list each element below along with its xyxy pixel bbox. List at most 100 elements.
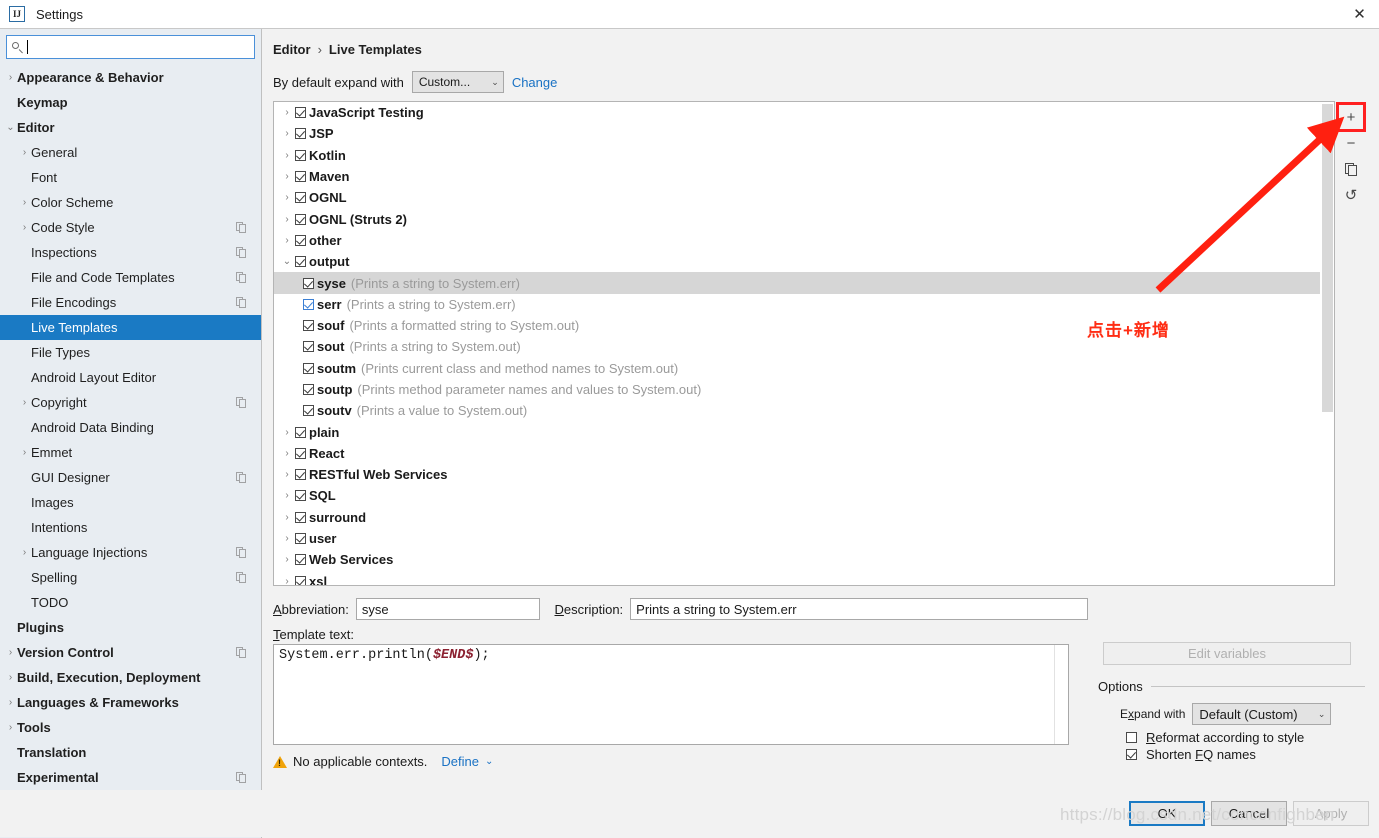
- sidebar-item-tools[interactable]: › Tools: [0, 715, 261, 740]
- copy-settings-icon[interactable]: [236, 247, 247, 258]
- templates-tree[interactable]: › JavaScript Testing › JSP › Kotlin › Maven › OGN…: [274, 102, 1334, 585]
- edit-variables-button[interactable]: Edit variables: [1103, 642, 1351, 665]
- template-group-checkbox[interactable]: [295, 511, 306, 523]
- search-input[interactable]: [28, 40, 250, 54]
- template-group-checkbox[interactable]: [295, 554, 306, 566]
- close-icon[interactable]: ✕: [1340, 0, 1379, 27]
- template-group-checkbox[interactable]: [295, 234, 306, 246]
- copy-settings-icon[interactable]: [236, 647, 247, 658]
- chevron-right-icon[interactable]: ›: [18, 397, 31, 408]
- template-group-checkbox[interactable]: [295, 107, 306, 119]
- template-row[interactable]: soutv (Prints a value to System.out): [274, 400, 1334, 421]
- sidebar-item-version-control[interactable]: › Version Control: [0, 640, 261, 665]
- sidebar-item-gui-designer[interactable]: GUI Designer: [0, 465, 261, 490]
- sidebar-item-appearance-behavior[interactable]: › Appearance & Behavior: [0, 65, 261, 90]
- sidebar-item-keymap[interactable]: Keymap: [0, 90, 261, 115]
- sidebar-item-language-injections[interactable]: › Language Injections: [0, 540, 261, 565]
- chevron-right-icon[interactable]: ›: [279, 235, 295, 246]
- templates-scrollbar-thumb[interactable]: [1322, 104, 1333, 412]
- copy-settings-icon[interactable]: [236, 222, 247, 233]
- template-group-checkbox[interactable]: [295, 469, 306, 481]
- template-group-row[interactable]: › JSP: [274, 123, 1334, 144]
- description-input[interactable]: Prints a string to System.err: [630, 598, 1088, 620]
- template-group-checkbox[interactable]: [295, 149, 306, 161]
- template-group-checkbox[interactable]: [295, 426, 306, 438]
- chevron-right-icon[interactable]: ›: [279, 512, 295, 523]
- copy-settings-icon[interactable]: [236, 297, 247, 308]
- chevron-down-icon[interactable]: ⌄: [485, 756, 493, 767]
- template-group-row[interactable]: › SQL: [274, 485, 1334, 506]
- template-checkbox[interactable]: [303, 362, 314, 374]
- sidebar-item-translation[interactable]: Translation: [0, 740, 261, 765]
- template-group-checkbox[interactable]: [295, 171, 306, 183]
- sidebar-item-todo[interactable]: TODO: [0, 590, 261, 615]
- chevron-right-icon[interactable]: ›: [279, 171, 295, 182]
- template-checkbox[interactable]: [303, 341, 314, 353]
- add-template-button[interactable]: +: [1336, 102, 1366, 132]
- apply-button[interactable]: Apply: [1293, 801, 1369, 826]
- sidebar-item-build-execution-deployment[interactable]: › Build, Execution, Deployment: [0, 665, 261, 690]
- chevron-right-icon[interactable]: ›: [4, 697, 17, 708]
- template-checkbox[interactable]: [303, 298, 314, 310]
- chevron-right-icon[interactable]: ›: [279, 150, 295, 161]
- sidebar-item-file-types[interactable]: File Types: [0, 340, 261, 365]
- template-group-row[interactable]: ⌄ output: [274, 251, 1334, 272]
- sidebar-item-images[interactable]: Images: [0, 490, 261, 515]
- template-row[interactable]: sout (Prints a string to System.out): [274, 336, 1334, 357]
- duplicate-template-button[interactable]: [1338, 156, 1364, 182]
- sidebar-item-intentions[interactable]: Intentions: [0, 515, 261, 540]
- chevron-right-icon[interactable]: ›: [18, 197, 31, 208]
- sidebar-item-file-and-code-templates[interactable]: File and Code Templates: [0, 265, 261, 290]
- reformat-checkbox[interactable]: [1126, 732, 1137, 743]
- sidebar-item-android-layout-editor[interactable]: Android Layout Editor: [0, 365, 261, 390]
- template-group-row[interactable]: › JavaScript Testing: [274, 102, 1334, 123]
- change-link[interactable]: Change: [512, 75, 558, 90]
- template-text-scrollbar[interactable]: [1054, 645, 1068, 744]
- template-group-row[interactable]: › RESTful Web Services: [274, 464, 1334, 485]
- template-group-row[interactable]: › React: [274, 443, 1334, 464]
- reset-template-button[interactable]: ↺: [1338, 182, 1364, 208]
- copy-settings-icon[interactable]: [236, 547, 247, 558]
- chevron-right-icon[interactable]: ›: [18, 222, 31, 233]
- copy-settings-icon[interactable]: [236, 772, 247, 783]
- template-group-checkbox[interactable]: [295, 533, 306, 545]
- sidebar-item-font[interactable]: Font: [0, 165, 261, 190]
- template-group-checkbox[interactable]: [295, 192, 306, 204]
- sidebar-item-code-style[interactable]: › Code Style: [0, 215, 261, 240]
- chevron-right-icon[interactable]: ›: [279, 192, 295, 203]
- template-group-row[interactable]: › OGNL: [274, 187, 1334, 208]
- copy-settings-icon[interactable]: [236, 572, 247, 583]
- template-group-row[interactable]: › xsl: [274, 571, 1334, 585]
- chevron-right-icon[interactable]: ›: [18, 147, 31, 158]
- cancel-button[interactable]: Cancel: [1211, 801, 1287, 826]
- ok-button[interactable]: OK: [1129, 801, 1205, 826]
- template-row[interactable]: soutm (Prints current class and method na…: [274, 358, 1334, 379]
- define-link[interactable]: Define: [441, 754, 479, 769]
- template-checkbox[interactable]: [303, 405, 314, 417]
- sidebar-item-live-templates[interactable]: Live Templates: [0, 315, 261, 340]
- chevron-right-icon[interactable]: ›: [279, 469, 295, 480]
- template-group-row[interactable]: › user: [274, 528, 1334, 549]
- template-row[interactable]: syse (Prints a string to System.err): [274, 272, 1334, 294]
- options-expand-with-select[interactable]: Default (Custom) ⌄: [1192, 703, 1332, 725]
- sidebar-item-emmet[interactable]: › Emmet: [0, 440, 261, 465]
- sidebar-item-languages-frameworks[interactable]: › Languages & Frameworks: [0, 690, 261, 715]
- copy-settings-icon[interactable]: [236, 272, 247, 283]
- template-row[interactable]: soutp (Prints method parameter names and …: [274, 379, 1334, 400]
- chevron-down-icon[interactable]: ⌄: [279, 256, 295, 267]
- template-checkbox[interactable]: [303, 277, 314, 289]
- template-group-row[interactable]: › other: [274, 230, 1334, 251]
- chevron-right-icon[interactable]: ›: [279, 576, 295, 585]
- chevron-right-icon[interactable]: ›: [18, 547, 31, 558]
- template-group-checkbox[interactable]: [295, 490, 306, 502]
- sidebar-tree[interactable]: › Appearance & Behavior Keymap ⌄ Editor › Gene…: [0, 63, 261, 793]
- expand-with-select[interactable]: Custom... ⌄: [411, 71, 504, 93]
- copy-settings-icon[interactable]: [236, 397, 247, 408]
- templates-scrollbar[interactable]: [1320, 102, 1334, 585]
- template-group-checkbox[interactable]: [295, 447, 306, 459]
- sidebar-item-color-scheme[interactable]: › Color Scheme: [0, 190, 261, 215]
- chevron-right-icon[interactable]: ›: [279, 490, 295, 501]
- sidebar-item-spelling[interactable]: Spelling: [0, 565, 261, 590]
- template-group-row[interactable]: › plain: [274, 421, 1334, 442]
- chevron-right-icon[interactable]: ›: [279, 427, 295, 438]
